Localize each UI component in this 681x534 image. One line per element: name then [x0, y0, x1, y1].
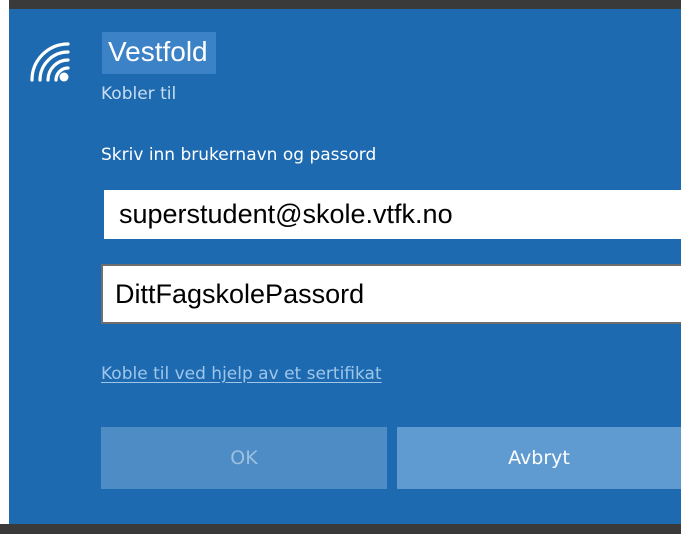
top-edge [0, 0, 681, 9]
certificate-link[interactable]: Koble til ved hjelp av et sertifikat [101, 360, 382, 388]
wifi-flyout: Vestfold Kobler til Skriv inn brukernavn… [0, 0, 681, 534]
password-field[interactable]: DittFagskolePassord [101, 264, 681, 324]
username-field[interactable]: superstudent@skole.vtfk.no [101, 187, 681, 242]
credentials-prompt: Skriv inn brukernavn og passord [101, 145, 377, 165]
wifi-icon [30, 42, 70, 82]
network-name: Vestfold [102, 32, 216, 74]
cancel-button[interactable]: Avbryt [397, 427, 681, 489]
left-edge [0, 0, 9, 534]
bottom-edge [0, 524, 681, 534]
ok-button[interactable]: OK [101, 427, 387, 489]
network-status: Kobler til [101, 84, 177, 104]
